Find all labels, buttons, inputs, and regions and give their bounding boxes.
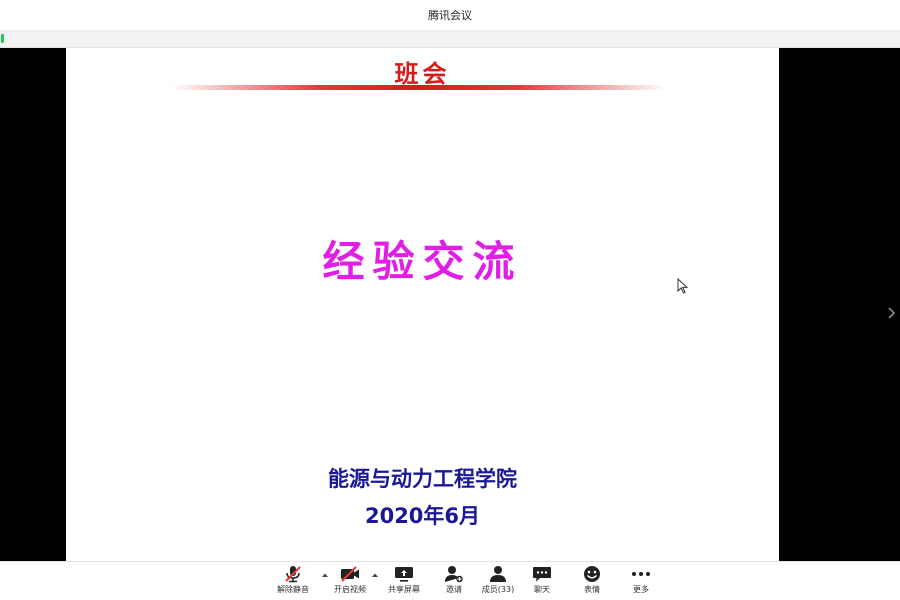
window-title: 腾讯会议 [428, 9, 472, 22]
unmute-label: 解除静音 [277, 585, 309, 594]
header-divider [171, 85, 666, 90]
invite-user-icon [445, 566, 463, 583]
video-options-caret-icon[interactable] [371, 572, 379, 578]
share-screen-button[interactable]: 共享屏幕 [379, 565, 429, 599]
meeting-toolbar: 解除静音 开启视频 共享屏幕 邀请 成员(33) 聊天 表情 更多 [0, 561, 900, 600]
more-dots-icon [632, 572, 650, 576]
chat-label: 聊天 [534, 585, 550, 594]
unmute-button[interactable]: 解除静音 [268, 565, 318, 599]
slide-main-title: 经验交流 [322, 237, 523, 286]
mouse-cursor-icon [677, 278, 689, 294]
title-bar: 腾讯会议 [0, 0, 900, 31]
emoji-button[interactable]: 表情 [567, 565, 617, 599]
status-bar [0, 30, 900, 48]
slide-organization: 能源与动力工程学院 [328, 467, 517, 491]
mic-muted-icon [285, 566, 301, 583]
invite-button[interactable]: 邀请 [429, 565, 479, 599]
members-label: 成员(33) [481, 585, 515, 594]
smiley-face-icon [584, 566, 600, 582]
members-button[interactable]: 成员(33) [473, 565, 523, 599]
invite-label: 邀请 [446, 585, 462, 594]
share-screen-label: 共享屏幕 [388, 585, 420, 594]
emoji-label: 表情 [584, 585, 600, 594]
start-video-label: 开启视频 [334, 585, 366, 594]
share-screen-icon [395, 567, 413, 582]
camera-off-icon [341, 566, 359, 582]
chat-icon [533, 567, 551, 582]
chat-button[interactable]: 聊天 [517, 565, 567, 599]
slide-header: 班会 [394, 60, 451, 88]
chevron-right-icon[interactable] [885, 304, 897, 322]
members-icon [490, 566, 506, 582]
presentation-slide: 班会 经验交流 能源与动力工程学院 2020年6月 [66, 48, 779, 561]
more-button[interactable]: 更多 [616, 565, 666, 599]
shared-screen-stage: 班会 经验交流 能源与动力工程学院 2020年6月 [0, 48, 900, 561]
signal-indicator-icon [1, 34, 4, 43]
start-video-button[interactable]: 开启视频 [325, 565, 375, 599]
slide-date: 2020年6月 [364, 504, 481, 528]
more-label: 更多 [633, 585, 649, 594]
